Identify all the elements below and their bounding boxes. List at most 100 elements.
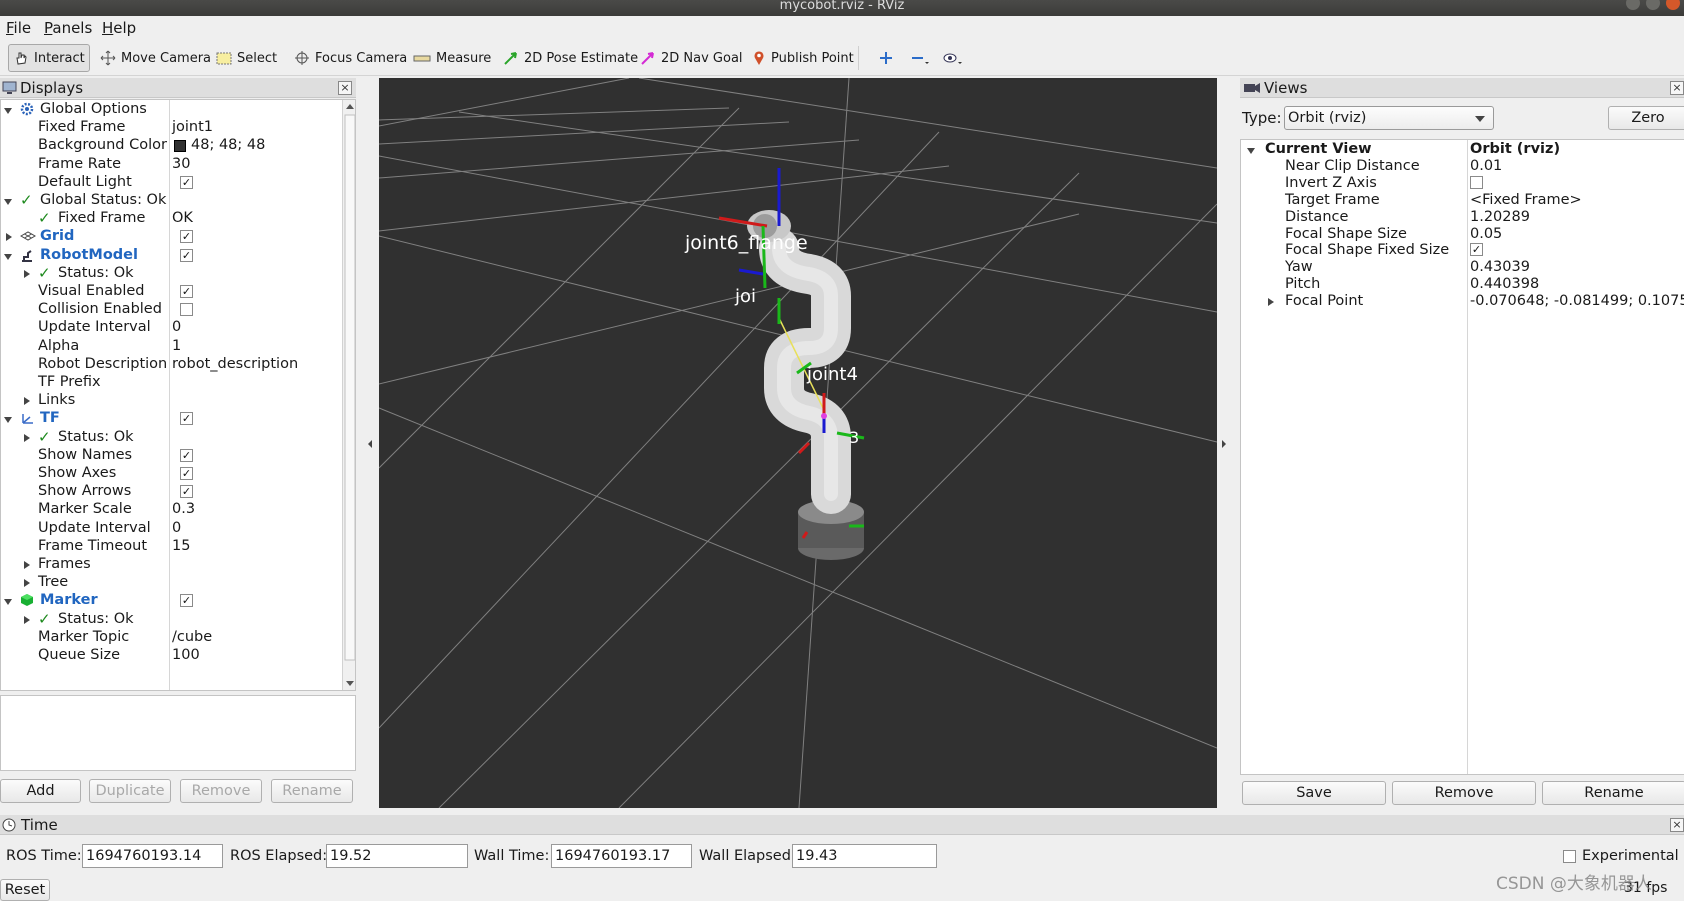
enabled-checkbox[interactable]: ✓ [180,285,193,298]
ros-time-field[interactable]: 1694760193.14 [82,844,223,868]
display-row-alpha[interactable]: Alpha 1 [1,337,355,356]
display-value[interactable]: 0 [172,318,181,337]
views-tree[interactable]: Current View Orbit (rviz) Near Clip Dist… [1240,139,1684,775]
display-row-robot-update-interval[interactable]: Update Interval 0 [1,318,355,337]
expand-arrow-icon[interactable] [21,560,31,570]
tool-measure[interactable]: Measure [409,44,495,72]
expand-arrow-icon[interactable] [21,578,31,588]
display-value[interactable]: 48; 48; 48 [191,136,265,155]
display-row-show-names[interactable]: Show Names ✓ [1,446,355,465]
expand-icon[interactable] [1246,145,1256,155]
ros-elapsed-field[interactable]: 19.52 [326,844,468,868]
remove-view-button[interactable]: Remove [1392,781,1536,805]
display-row-tree[interactable]: Tree [1,573,355,592]
display-row-show-axes[interactable]: Show Axes ✓ [1,464,355,483]
enabled-checkbox[interactable]: ✓ [180,448,193,462]
minimize-icon[interactable] [1626,0,1640,10]
display-row-robot-model[interactable]: RobotModel ✓ [1,246,355,265]
display-value[interactable]: joint1 [172,118,213,137]
expand-arrow-icon[interactable] [3,232,13,242]
tool-publish-point[interactable]: Publish Point [748,44,858,72]
display-value[interactable]: 15 [172,537,190,556]
display-value[interactable]: 0.3 [172,500,195,519]
close-window-icon[interactable] [1666,0,1680,10]
collapse-arrow-icon[interactable] [3,414,13,424]
wall-time-field[interactable]: 1694760193.17 [551,844,692,868]
add-tool-button[interactable] [874,44,898,72]
display-value[interactable]: robot_description [172,355,298,374]
display-value[interactable]: 100 [172,646,200,665]
display-row-default-light[interactable]: Default Light ✓ [1,173,355,192]
enabled-checkbox[interactable]: ✓ [180,230,193,244]
collapse-arrow-icon[interactable] [3,596,13,606]
enabled-checkbox[interactable]: ✓ [180,412,193,426]
maximize-icon[interactable] [1646,0,1660,10]
remove-tool-button[interactable] [906,44,934,72]
view-option-checkbox[interactable]: ✓ [1470,243,1483,257]
expand-arrow-icon[interactable] [21,269,31,279]
tool-select[interactable]: Select [212,44,281,72]
display-row-fixed-frame-status[interactable]: ✓ Fixed Frame OK [1,209,355,228]
display-row-queue-size[interactable]: Queue Size 100 [1,646,355,665]
reset-button[interactable]: Reset [0,879,50,901]
enabled-checkbox[interactable]: ✓ [180,594,193,608]
render-viewport[interactable]: joint6_flange joi joint4 3 [379,78,1217,808]
display-row-global-status[interactable]: ✓ Global Status: Ok [1,191,355,210]
menu-panels[interactable]: Panels [44,19,92,37]
display-row-grid[interactable]: Grid ✓ [1,227,355,246]
collapse-arrow-icon[interactable] [3,251,13,261]
time-close-icon[interactable]: × [1670,818,1684,832]
view-type-select[interactable]: Orbit (rviz) [1284,106,1494,130]
display-row-global-options[interactable]: Global Options [1,100,355,119]
display-row-marker-status[interactable]: ✓ Status: Ok [1,610,355,629]
tool-interact[interactable]: Interact [8,44,90,72]
display-row-robot-description[interactable]: Robot Description robot_description [1,355,355,374]
view-row[interactable]: Focal Point -0.070648; -0.081499; 0.10758 [1241,292,1684,311]
add-display-button[interactable]: Add [0,779,81,803]
expand-arrow-icon[interactable] [21,433,31,443]
zero-view-button[interactable]: Zero [1608,106,1684,130]
menu-help[interactable]: Help [102,19,136,37]
display-value[interactable]: 1 [172,337,181,356]
collapse-arrow-icon[interactable] [3,105,13,115]
save-view-button[interactable]: Save [1242,781,1386,805]
duplicate-display-button[interactable]: Duplicate [89,779,171,803]
display-row-collision-enabled[interactable]: Collision Enabled [1,300,355,319]
tool-2d-nav-goal[interactable]: 2D Nav Goal [636,44,747,72]
expand-arrow-icon[interactable] [21,615,31,625]
display-row-show-arrows[interactable]: Show Arrows ✓ [1,482,355,501]
display-row-links[interactable]: Links [1,391,355,410]
display-row-marker-topic[interactable]: Marker Topic/cube [1,628,355,647]
displays-scrollbar[interactable] [342,100,355,690]
menu-file[interactable]: File [6,19,31,37]
enabled-checkbox[interactable]: ✓ [180,467,193,480]
display-row-visual-enabled[interactable]: Visual Enabled ✓ [1,282,355,301]
enabled-checkbox[interactable]: ✓ [180,485,193,499]
remove-display-button[interactable]: Remove [180,779,262,803]
visibility-menu-button[interactable] [938,44,968,72]
displays-tree[interactable]: Global Options Fixed Frame joint1 Backgroun… [0,99,356,691]
color-swatch[interactable] [174,140,186,153]
display-value[interactable]: OK [172,209,193,228]
scene-canvas[interactable]: joint6_flange joi joint4 3 [379,78,1217,808]
display-row-tf-status[interactable]: ✓ Status: Ok [1,428,355,447]
expand-arrow-icon[interactable] [1265,297,1275,307]
display-row-marker[interactable]: Marker ✓ [1,591,355,610]
tool-2d-pose-estimate[interactable]: 2D Pose Estimate [499,44,642,72]
experimental-checkbox[interactable] [1563,850,1576,863]
display-value[interactable]: 0 [172,519,181,538]
expand-arrow-icon[interactable] [21,396,31,406]
display-row-robot-status[interactable]: ✓ Status: Ok [1,264,355,283]
display-row-frame-timeout[interactable]: Frame Timeout 15 [1,537,355,556]
display-row-tf[interactable]: TF ✓ [1,409,355,428]
display-row-fixed-frame[interactable]: Fixed Frame joint1 [1,118,355,137]
view-value[interactable]: -0.070648; -0.081499; 0.10758 [1470,292,1684,311]
display-value[interactable]: 30 [172,155,190,174]
display-row-tf-prefix[interactable]: TF Prefix [1,373,355,392]
display-row-background-color[interactable]: Background Color 48; 48; 48 [1,136,355,155]
display-row-frame-rate[interactable]: Frame Rate 30 [1,155,355,174]
rename-view-button[interactable]: Rename [1542,781,1684,805]
collapse-arrow-icon[interactable] [3,196,13,206]
tool-focus-camera[interactable]: Focus Camera [290,44,411,72]
enabled-checkbox[interactable]: ✓ [180,248,193,262]
